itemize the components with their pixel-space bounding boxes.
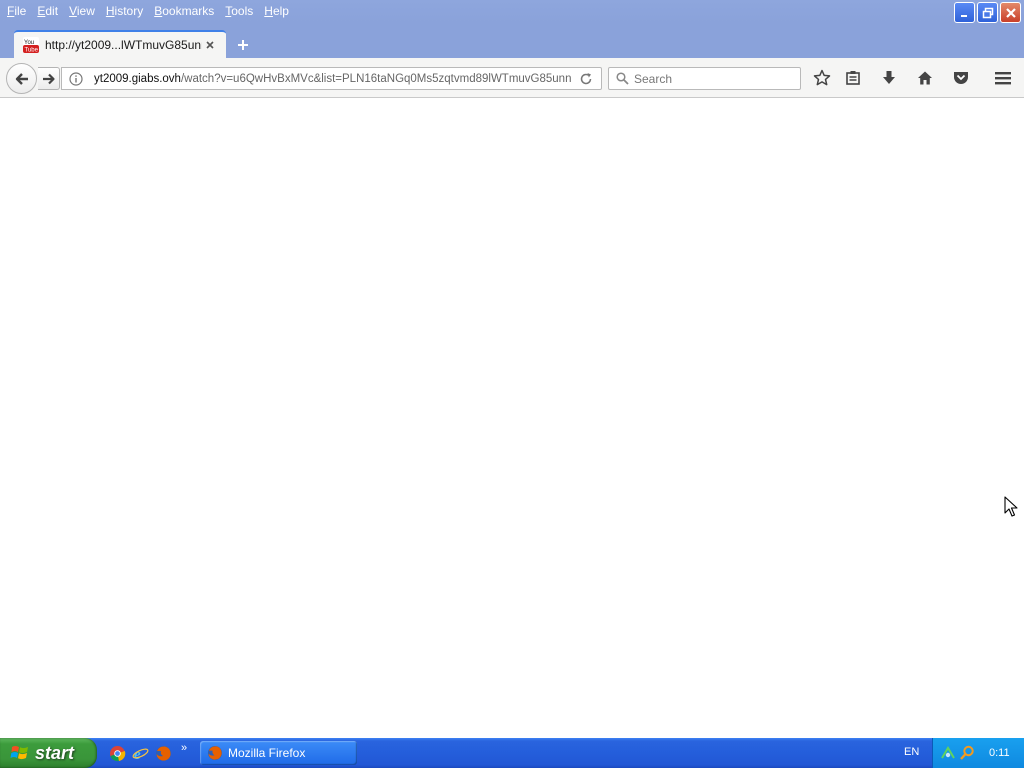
pocket-icon: [954, 72, 968, 84]
pocket-button[interactable]: [950, 68, 972, 88]
url-text[interactable]: yt2009.giabs.ovh/watch?v=u6QwHvBxMVc&lis…: [94, 73, 577, 85]
windows-flag-icon: [10, 746, 28, 760]
arrow-left-icon: [15, 72, 28, 85]
close-icon: [1005, 7, 1016, 18]
home-button[interactable]: [914, 68, 936, 88]
close-tab-icon: [206, 41, 214, 49]
nav-toolbar: yt2009.giabs.ovh/watch?v=u6QwHvBxMVc&lis…: [0, 58, 1024, 98]
tab-active[interactable]: You Tube http://yt2009...lWTmuvG85unn: [14, 30, 226, 58]
taskbar-window-label: Mozilla Firefox: [228, 746, 306, 760]
search-bar[interactable]: [608, 67, 801, 90]
restore-button[interactable]: [977, 2, 998, 23]
bookmarks-menu-button[interactable]: [842, 68, 864, 88]
restore-icon: [982, 7, 993, 18]
bookmark-star-button[interactable]: [811, 68, 833, 88]
start-label: start: [35, 742, 75, 763]
internet-explorer-icon[interactable]: e: [132, 745, 149, 762]
taskbar-window-firefox[interactable]: Mozilla Firefox: [200, 741, 357, 765]
firefox-icon[interactable]: [155, 745, 172, 762]
plus-icon: [238, 40, 248, 50]
menu-history[interactable]: History: [103, 3, 151, 19]
home-icon: [918, 71, 932, 85]
youtube-favicon-icon: You Tube: [23, 37, 39, 53]
system-tray: 0:11: [932, 738, 1024, 768]
arrow-right-icon: [42, 73, 55, 84]
hamburger-menu-icon: [995, 72, 1011, 85]
download-arrow-icon: [883, 71, 895, 84]
taskbar: start e » Mozilla Firefox EN 0:11: [0, 738, 1024, 768]
open-menu-button[interactable]: [992, 68, 1014, 88]
minimize-icon: [960, 14, 967, 17]
quicklaunch-more-button[interactable]: »: [181, 742, 187, 754]
search-input[interactable]: [634, 71, 794, 86]
svg-text:Tube: Tube: [25, 48, 39, 54]
svg-text:e: e: [134, 747, 141, 762]
clock[interactable]: 0:11: [989, 747, 1010, 759]
language-indicator[interactable]: EN: [904, 746, 919, 758]
star-icon: [813, 69, 831, 86]
menu-edit[interactable]: Edit: [34, 3, 66, 19]
search-icon: [614, 71, 630, 87]
tab-title: http://yt2009...lWTmuvG85unn: [45, 38, 202, 52]
tab-close-button[interactable]: [202, 37, 218, 53]
menu-bookmarks[interactable]: Bookmarks: [151, 3, 222, 19]
reload-icon: [580, 72, 592, 84]
window-controls: [954, 2, 1021, 23]
start-button[interactable]: start: [0, 738, 97, 768]
info-circle-icon: [69, 71, 83, 86]
minimize-button[interactable]: [954, 2, 975, 23]
firefox-window-icon: [207, 745, 223, 761]
page-content[interactable]: [0, 98, 1024, 738]
mouse-cursor-icon: [1004, 496, 1018, 517]
chrome-icon[interactable]: [109, 745, 126, 762]
info-icon[interactable]: [68, 71, 84, 87]
downloads-button[interactable]: [878, 68, 900, 88]
menu-view[interactable]: View: [66, 3, 103, 19]
menu-help[interactable]: Help: [261, 3, 297, 19]
url-host: yt2009.giabs.ovh: [94, 72, 181, 85]
network-icon[interactable]: [940, 745, 956, 761]
menu-tools[interactable]: Tools: [222, 3, 261, 19]
url-bar[interactable]: yt2009.giabs.ovh/watch?v=u6QwHvBxMVc&lis…: [61, 67, 602, 90]
title-bar: File Edit View History Bookmarks Tools H…: [0, 0, 1024, 24]
forward-button[interactable]: [38, 67, 60, 90]
close-window-button[interactable]: [1000, 2, 1021, 23]
tab-strip: You Tube http://yt2009...lWTmuvG85unn: [0, 24, 1024, 58]
back-button[interactable]: [6, 63, 37, 94]
url-path: /watch?v=u6QwHvBxMVc&list=PLN16taNGq0Ms5…: [180, 72, 572, 85]
clipboard-icon: [846, 71, 860, 85]
new-tab-button[interactable]: [233, 35, 253, 55]
search-tray-icon[interactable]: [959, 745, 975, 761]
menu-file[interactable]: File: [4, 3, 34, 19]
reload-button[interactable]: [577, 70, 595, 88]
menu-bar: File Edit View History Bookmarks Tools H…: [4, 3, 297, 19]
